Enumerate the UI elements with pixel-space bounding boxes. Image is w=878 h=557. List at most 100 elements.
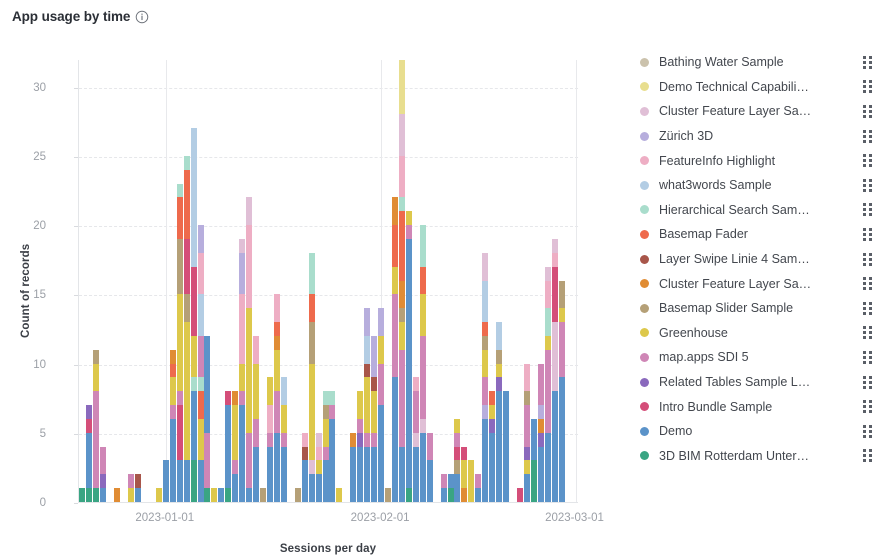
chart-bar-segment[interactable]: [246, 432, 253, 489]
chart-bar[interactable]: [322, 391, 329, 502]
chart-bar-segment[interactable]: [301, 432, 308, 447]
drag-handle-icon[interactable]: [863, 375, 872, 389]
chart-bar-segment[interactable]: [183, 460, 190, 502]
chart-bar-segment[interactable]: [523, 446, 530, 461]
chart-bar-segment[interactable]: [537, 446, 544, 502]
chart-bar[interactable]: [225, 391, 232, 502]
chart-bar[interactable]: [523, 363, 530, 502]
chart-bar-segment[interactable]: [398, 349, 405, 447]
chart-bar-segment[interactable]: [266, 405, 273, 433]
chart-bar-segment[interactable]: [426, 460, 433, 502]
chart-bar-segment[interactable]: [454, 418, 461, 433]
chart-bar[interactable]: [385, 488, 392, 502]
chart-bar-segment[interactable]: [475, 488, 482, 502]
chart-bar-segment[interactable]: [183, 155, 190, 170]
chart-bar-segment[interactable]: [169, 349, 176, 364]
chart-bar-segment[interactable]: [482, 335, 489, 350]
chart-bar-segment[interactable]: [489, 432, 496, 502]
chart-bar-segment[interactable]: [496, 377, 503, 392]
chart-bar-segment[interactable]: [385, 488, 392, 502]
legend-item[interactable]: Zürich 3D: [640, 124, 872, 149]
chart-bar[interactable]: [419, 225, 426, 502]
chart-bar-segment[interactable]: [232, 460, 239, 475]
chart-bar[interactable]: [364, 308, 371, 502]
chart-bar-segment[interactable]: [273, 349, 280, 392]
chart-bar-segment[interactable]: [197, 377, 204, 392]
chart-bar-segment[interactable]: [204, 335, 211, 433]
chart-bar[interactable]: [336, 488, 343, 502]
chart-bar-segment[interactable]: [405, 488, 412, 502]
chart-bar-segment[interactable]: [454, 446, 461, 461]
chart-bar-segment[interactable]: [162, 460, 169, 502]
chart-bar-segment[interactable]: [253, 418, 260, 447]
chart-bar[interactable]: [246, 197, 253, 502]
chart-bar-segment[interactable]: [197, 460, 204, 502]
chart-bar-segment[interactable]: [419, 225, 426, 267]
chart-bar-segment[interactable]: [266, 377, 273, 406]
drag-handle-icon[interactable]: [863, 129, 872, 143]
chart-bar-segment[interactable]: [503, 391, 510, 502]
legend-item[interactable]: 3D BIM Rotterdam Unter…: [640, 444, 872, 469]
chart-bar-segment[interactable]: [544, 308, 551, 336]
chart-bar-segment[interactable]: [280, 446, 287, 502]
chart-bar-segment[interactable]: [308, 363, 315, 461]
chart-bar[interactable]: [183, 155, 190, 502]
chart-bar-segment[interactable]: [523, 474, 530, 502]
chart-bar[interactable]: [266, 377, 273, 502]
chart-bar-segment[interactable]: [398, 60, 405, 115]
chart-bar-segment[interactable]: [315, 474, 322, 502]
chart-bar[interactable]: [447, 474, 454, 502]
chart-bar-segment[interactable]: [280, 377, 287, 406]
chart-bar-segment[interactable]: [197, 294, 204, 336]
chart-bar-segment[interactable]: [93, 363, 100, 392]
chart-bar-segment[interactable]: [155, 488, 162, 502]
drag-handle-icon[interactable]: [863, 449, 872, 463]
chart-bar-segment[interactable]: [308, 294, 315, 323]
chart-bar-segment[interactable]: [100, 474, 107, 489]
chart-bar-segment[interactable]: [419, 432, 426, 502]
chart-bar-segment[interactable]: [398, 155, 405, 198]
chart-bar-segment[interactable]: [190, 391, 197, 461]
chart-bar[interactable]: [128, 474, 135, 502]
legend-item[interactable]: Intro Bundle Sample: [640, 394, 872, 419]
chart-bar-segment[interactable]: [523, 460, 530, 475]
legend-item[interactable]: map.apps SDI 5: [640, 345, 872, 370]
chart-bar-segment[interactable]: [454, 474, 461, 502]
chart-bar[interactable]: [280, 377, 287, 502]
chart-bar[interactable]: [169, 349, 176, 502]
chart-bar-segment[interactable]: [357, 391, 364, 419]
chart-bar[interactable]: [489, 391, 496, 502]
drag-handle-icon[interactable]: [863, 277, 872, 291]
legend-item[interactable]: Layer Swipe Linie 4 Sam…: [640, 247, 872, 272]
chart-bar-segment[interactable]: [86, 405, 93, 419]
chart-bar-segment[interactable]: [204, 488, 211, 502]
chart-bar[interactable]: [329, 391, 336, 502]
chart-bar-segment[interactable]: [329, 405, 336, 419]
chart-bar-segment[interactable]: [364, 377, 371, 433]
chart-bar-segment[interactable]: [246, 197, 253, 226]
chart-bar[interactable]: [454, 418, 461, 502]
chart-bar-segment[interactable]: [558, 308, 565, 323]
chart-bar[interactable]: [273, 294, 280, 502]
chart-bar-segment[interactable]: [398, 322, 405, 350]
chart-bar-segment[interactable]: [308, 460, 315, 475]
chart-bar-segment[interactable]: [190, 266, 197, 336]
chart-bar[interactable]: [232, 391, 239, 502]
chart-bar[interactable]: [114, 488, 121, 502]
drag-handle-icon[interactable]: [863, 55, 872, 69]
chart-bar-segment[interactable]: [496, 363, 503, 378]
drag-handle-icon[interactable]: [863, 154, 872, 168]
chart-bar-segment[interactable]: [537, 363, 544, 406]
chart-bar[interactable]: [315, 432, 322, 502]
chart-bar[interactable]: [558, 280, 565, 502]
chart-bar-segment[interactable]: [246, 308, 253, 433]
chart-bar-segment[interactable]: [322, 418, 329, 447]
chart-bar-segment[interactable]: [489, 391, 496, 406]
chart-bar-segment[interactable]: [197, 225, 204, 253]
chart-bar[interactable]: [482, 252, 489, 502]
chart-bar-segment[interactable]: [378, 335, 385, 364]
chart-bar-segment[interactable]: [523, 391, 530, 406]
chart-bar-segment[interactable]: [183, 322, 190, 461]
chart-bar-segment[interactable]: [405, 238, 412, 489]
chart-bar-segment[interactable]: [169, 377, 176, 406]
